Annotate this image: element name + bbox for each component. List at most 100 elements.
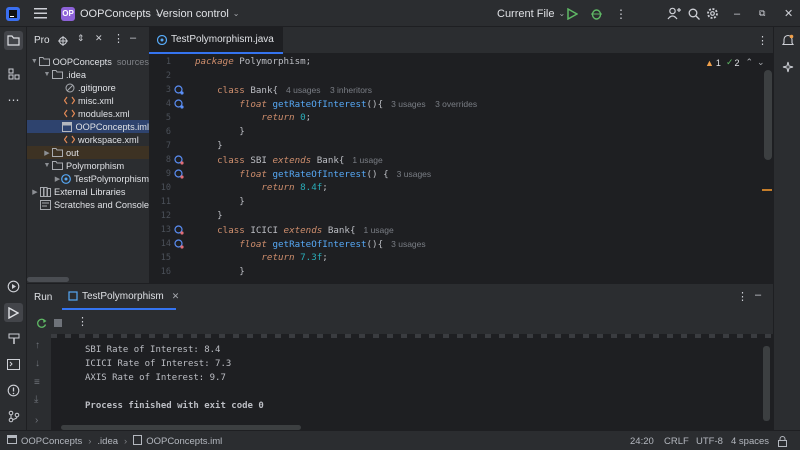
code-vision-hint[interactable]: 3 usages 3 overrides <box>391 99 477 109</box>
close-icon[interactable]: ✕ <box>784 0 793 27</box>
tab-testpolymorphism[interactable]: TestPolymorphism.java <box>149 27 283 54</box>
chevron-down-icon[interactable]: ▼ <box>42 71 52 78</box>
soft-wrap-icon[interactable]: ≡ <box>34 377 40 388</box>
tree-item[interactable]: misc.xml <box>27 94 149 107</box>
close-tab-icon[interactable]: ✕ <box>172 291 180 302</box>
tree-item[interactable]: workspace.xml <box>27 133 149 146</box>
project-h-scrollbar[interactable] <box>27 277 69 282</box>
console-scrollbar[interactable] <box>763 346 770 421</box>
settings-gear-icon[interactable] <box>706 0 719 27</box>
code-vision-hint[interactable]: 1 usage <box>352 155 382 165</box>
project-name: OOPConcepts <box>80 7 151 20</box>
run-config-selector[interactable]: Current File ⌄ <box>497 0 565 27</box>
chevron-right-icon[interactable]: ▶ <box>30 188 40 196</box>
debug-button[interactable] <box>590 0 603 27</box>
editor-tabs-bar: TestPolymorphism.java ⋮ <box>149 27 773 54</box>
code-vision-hint[interactable]: 3 usages <box>397 169 432 179</box>
scroll-up-icon[interactable]: ↑ <box>35 340 40 351</box>
folder-icon <box>38 57 50 67</box>
problems-tool-icon[interactable] <box>4 381 23 400</box>
line-number: 16 <box>160 267 171 277</box>
run-more-icon[interactable]: ⋮ <box>77 315 88 328</box>
breadcrumb-item[interactable]: .idea <box>97 436 118 447</box>
minimize-icon[interactable]: – <box>734 0 740 27</box>
more-actions-icon[interactable]: ⋮ <box>615 0 627 27</box>
git-tool-icon[interactable] <box>4 407 23 426</box>
run-tab-testpolymorphism[interactable]: TestPolymorphism ✕ <box>62 284 179 310</box>
code-line: 1 package Polymorphism; <box>149 55 773 69</box>
gutter-hierarchy-icon[interactable] <box>174 239 184 249</box>
gutter-hierarchy-icon[interactable] <box>174 155 184 165</box>
project-tool-icon[interactable] <box>4 31 23 50</box>
run-console[interactable]: SBI Rate of Interest: 8.4 ICICI Rate of I… <box>51 334 773 431</box>
rerun-icon[interactable] <box>36 318 47 332</box>
ai-assistant-icon[interactable] <box>778 57 797 76</box>
gutter-hierarchy-icon[interactable] <box>174 225 184 235</box>
lock-icon[interactable] <box>778 431 787 450</box>
caret-position[interactable]: 24:20 <box>630 431 654 450</box>
code-line: 14 float getRateOfInterest(){3 usages <box>149 237 773 251</box>
indent-setting[interactable]: 4 spaces <box>731 431 769 450</box>
add-user-icon[interactable] <box>667 0 681 27</box>
chevron-right-icon[interactable]: ▶ <box>54 175 61 183</box>
chevron-down-icon[interactable]: ▼ <box>42 162 52 169</box>
gutter-hierarchy-icon[interactable] <box>174 99 184 109</box>
chevron-down-icon[interactable]: ▼ <box>30 58 39 65</box>
project-switcher[interactable]: OP OOPConcepts ⌄ <box>61 0 162 27</box>
collapse-all-icon[interactable]: ✕ <box>95 33 103 44</box>
gutter-hierarchy-icon[interactable] <box>174 169 184 179</box>
code-vision-hint[interactable]: 3 usages <box>391 239 426 249</box>
tree-item[interactable]: OOPConcepts.iml <box>27 120 149 133</box>
code-editor[interactable]: 1 package Polymorphism; 2 3 class Bank{4 us… <box>149 54 773 283</box>
code-vision-hint[interactable]: 4 usages 3 inheritors <box>286 85 372 95</box>
vcs-widget[interactable]: Version control ⌄ <box>156 0 239 27</box>
stop-icon[interactable] <box>54 319 62 327</box>
tree-item[interactable]: ▶ External Libraries <box>27 185 149 198</box>
breadcrumb-item[interactable]: OOPConcepts.iml <box>146 436 222 447</box>
tree-item-label: workspace.xml <box>78 134 139 145</box>
tree-item[interactable]: ▼ Polymorphism <box>27 159 149 172</box>
line-number: 8 <box>165 155 171 165</box>
search-icon[interactable] <box>688 0 700 27</box>
structure-tool-icon[interactable] <box>4 64 23 83</box>
options-icon[interactable]: ⋮ <box>113 32 124 45</box>
chevron-right-icon[interactable]: ▶ <box>42 149 52 157</box>
tab-options-icon[interactable]: ⋮ <box>757 34 768 47</box>
breadcrumb-item[interactable]: OOPConcepts <box>21 436 82 447</box>
hide-run-panel-icon[interactable]: – <box>755 289 761 301</box>
run-button[interactable] <box>567 0 578 27</box>
expand-more-icon[interactable]: › <box>35 415 38 426</box>
file-encoding[interactable]: UTF-8 <box>696 431 723 450</box>
code-vision-hint[interactable]: 1 usage <box>363 225 393 235</box>
restore-icon[interactable]: ⧉ <box>759 0 765 27</box>
expand-all-icon[interactable]: ⇕ <box>77 33 85 44</box>
run-tool-icon[interactable] <box>4 303 23 322</box>
notifications-icon[interactable] <box>778 31 797 50</box>
run-options-icon[interactable]: ⋮ <box>737 290 748 303</box>
more-tools-icon[interactable]: ⋯ <box>4 90 23 109</box>
inspection-widget[interactable]: ▲ 1 ✓ 2 ⌃ ⌄ <box>705 57 765 68</box>
code-token: getRateOfInterest <box>272 99 367 110</box>
tree-item[interactable]: modules.xml <box>27 107 149 120</box>
warning-marker[interactable] <box>762 189 772 191</box>
tree-item[interactable]: Scratches and Console <box>27 198 149 211</box>
scroll-down-icon[interactable]: ↓ <box>35 358 40 369</box>
code-line: 3 class Bank{4 usages 3 inheritors <box>149 83 773 97</box>
services-tool-icon[interactable] <box>4 277 23 296</box>
run-config-label: Current File <box>497 7 555 20</box>
tree-item[interactable]: ▼ .idea <box>27 68 149 81</box>
hide-panel-icon[interactable]: – <box>130 32 136 44</box>
code-token: return <box>261 112 301 123</box>
tree-item[interactable]: ▶ TestPolymorphism <box>27 172 149 185</box>
terminal-tool-icon[interactable] <box>4 355 23 374</box>
line-separator[interactable]: CRLF <box>664 431 689 450</box>
tree-item[interactable]: ▼ OOPConcepts sources <box>27 55 149 68</box>
main-menu-icon[interactable] <box>34 0 47 27</box>
gutter-hierarchy-icon[interactable] <box>174 85 184 95</box>
build-tool-icon[interactable] <box>4 329 23 348</box>
scroll-to-end-icon[interactable]: ⤓ <box>34 394 38 405</box>
locate-icon[interactable] <box>58 35 68 49</box>
tree-item[interactable]: .gitignore <box>27 81 149 94</box>
tree-item[interactable]: ▶ out <box>27 146 149 159</box>
editor-scrollbar[interactable] <box>764 70 772 160</box>
